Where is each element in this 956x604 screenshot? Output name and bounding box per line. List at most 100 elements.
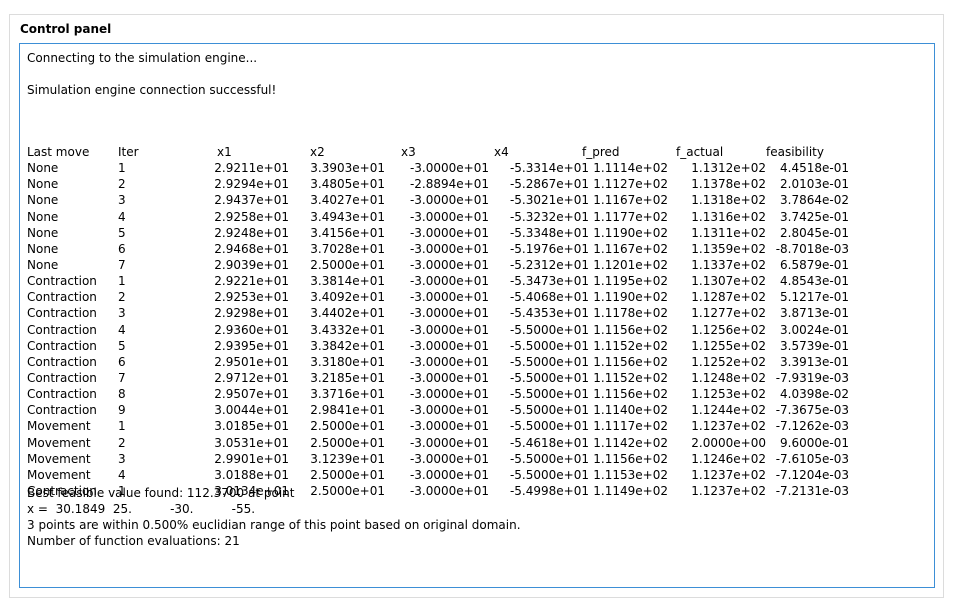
points-within-range-line: 3 points are within 0.500% euclidian ran… xyxy=(27,518,521,532)
header-f-pred: f_pred xyxy=(582,145,620,159)
cell-x1: 3.0531e+01 xyxy=(214,435,289,450)
table-row: Contraction 6 2.9501e+01 3.3180e+01 -3.0000e… xyxy=(27,354,857,370)
cell-x1: 2.9221e+01 xyxy=(214,274,289,289)
cell-x3: -3.0000e+01 xyxy=(409,257,489,272)
cell-iter: 7 xyxy=(118,370,126,385)
cell-f-pred: 1.1167e+02 xyxy=(593,241,668,256)
cell-last-move: Contraction xyxy=(27,387,97,402)
cell-f-actual: 1.1237e+02 xyxy=(691,467,766,482)
cell-last-move: None xyxy=(27,177,59,192)
table-row: Movement 1 3.0185e+01 2.5000e+01 -3.0000e+01… xyxy=(27,418,857,434)
cell-f-actual: 1.1237e+02 xyxy=(691,483,766,498)
cell-f-pred: 1.1178e+02 xyxy=(593,306,668,321)
cell-f-actual: 1.1253e+02 xyxy=(691,387,766,402)
cell-x4: -5.4068e+01 xyxy=(509,290,589,305)
cell-x4: -5.5000e+01 xyxy=(509,322,589,337)
table-row: Movement 2 3.0531e+01 2.5000e+01 -3.0000e+01… xyxy=(27,435,857,451)
cell-x4: -5.5000e+01 xyxy=(509,451,589,466)
cell-f-pred: 1.1195e+02 xyxy=(593,274,668,289)
header-f-actual: f_actual xyxy=(676,145,724,159)
connecting-message: Connecting to the simulation engine... xyxy=(27,51,258,65)
cell-f-pred: 1.1140e+02 xyxy=(593,403,668,418)
header-x3: x3 xyxy=(401,145,416,159)
cell-x3: -3.0000e+01 xyxy=(409,338,489,353)
cell-x4: -5.3314e+01 xyxy=(509,161,589,176)
cell-last-move: Movement xyxy=(27,451,91,466)
cell-last-move: Movement xyxy=(27,419,91,434)
header-x1: x1 xyxy=(217,145,232,159)
output-console[interactable]: Connecting to the simulation engine... S… xyxy=(19,43,935,588)
table-body: None 1 2.9211e+01 3.3903e+01 -3.0000e+01 -5.3… xyxy=(27,160,857,499)
cell-feasibility: -7.1204e-03 xyxy=(775,467,849,482)
cell-x2: 3.3842e+01 xyxy=(310,338,385,353)
cell-iter: 4 xyxy=(118,322,126,337)
cell-feasibility: 3.8713e-01 xyxy=(780,306,849,321)
cell-x1: 2.9501e+01 xyxy=(214,354,289,369)
cell-iter: 8 xyxy=(118,387,126,402)
cell-x3: -3.0000e+01 xyxy=(409,193,489,208)
cell-x2: 2.9841e+01 xyxy=(310,403,385,418)
table-row: Contraction 4 2.9360e+01 3.4332e+01 -3.0000e… xyxy=(27,322,857,338)
cell-x3: -3.0000e+01 xyxy=(409,290,489,305)
cell-x1: 2.9360e+01 xyxy=(214,322,289,337)
header-iter: Iter xyxy=(118,145,139,159)
cell-iter: 6 xyxy=(118,354,126,369)
cell-feasibility: -7.2131e-03 xyxy=(775,483,849,498)
cell-last-move: None xyxy=(27,161,59,176)
cell-f-pred: 1.1152e+02 xyxy=(593,338,668,353)
cell-f-pred: 1.1142e+02 xyxy=(593,435,668,450)
cell-feasibility: -8.7018e-03 xyxy=(775,241,849,256)
cell-x1: 2.9039e+01 xyxy=(214,257,289,272)
header-last-move: Last move xyxy=(27,145,90,159)
cell-x3: -3.0000e+01 xyxy=(409,322,489,337)
cell-f-actual: 1.1256e+02 xyxy=(691,322,766,337)
cell-f-pred: 1.1167e+02 xyxy=(593,193,668,208)
cell-f-actual: 1.1359e+02 xyxy=(691,241,766,256)
cell-iter: 6 xyxy=(118,241,126,256)
cell-x1: 2.9294e+01 xyxy=(214,177,289,192)
cell-x2: 3.4092e+01 xyxy=(310,290,385,305)
cell-x4: -5.4998e+01 xyxy=(509,483,589,498)
cell-x3: -3.0000e+01 xyxy=(409,161,489,176)
cell-feasibility: 3.0024e-01 xyxy=(780,322,849,337)
cell-x4: -5.5000e+01 xyxy=(509,387,589,402)
table-row: None 1 2.9211e+01 3.3903e+01 -3.0000e+01 -5.3… xyxy=(27,160,857,176)
cell-last-move: Movement xyxy=(27,467,91,482)
cell-x3: -3.0000e+01 xyxy=(409,354,489,369)
cell-x2: 3.2185e+01 xyxy=(310,370,385,385)
cell-f-pred: 1.1117e+02 xyxy=(593,419,668,434)
cell-f-pred: 1.1127e+02 xyxy=(593,177,668,192)
cell-iter: 2 xyxy=(118,177,126,192)
cell-f-pred: 1.1152e+02 xyxy=(593,370,668,385)
cell-feasibility: -7.9319e-03 xyxy=(775,370,849,385)
cell-x3: -3.0000e+01 xyxy=(409,370,489,385)
cell-f-actual: 1.1316e+02 xyxy=(691,209,766,224)
cell-x3: -3.0000e+01 xyxy=(409,419,489,434)
cell-x4: -5.2867e+01 xyxy=(509,177,589,192)
cell-last-move: Contraction xyxy=(27,306,97,321)
cell-f-actual: 1.1277e+02 xyxy=(691,306,766,321)
cell-feasibility: 3.7864e-02 xyxy=(780,193,849,208)
cell-x1: 2.9437e+01 xyxy=(214,193,289,208)
cell-x2: 3.4805e+01 xyxy=(310,177,385,192)
cell-x3: -3.0000e+01 xyxy=(409,467,489,482)
cell-feasibility: 6.5879e-01 xyxy=(780,257,849,272)
cell-x4: -5.5000e+01 xyxy=(509,354,589,369)
header-x2: x2 xyxy=(310,145,325,159)
table-row: Contraction 3 2.9298e+01 3.4402e+01 -3.0000e… xyxy=(27,305,857,321)
cell-last-move: Movement xyxy=(27,435,91,450)
table-row: Movement 3 2.9901e+01 3.1239e+01 -3.0000e+01… xyxy=(27,451,857,467)
cell-f-actual: 1.1248e+02 xyxy=(691,370,766,385)
cell-x4: -5.5000e+01 xyxy=(509,467,589,482)
cell-x4: -5.3021e+01 xyxy=(509,193,589,208)
cell-iter: 3 xyxy=(118,306,126,321)
cell-f-actual: 1.1246e+02 xyxy=(691,451,766,466)
cell-x2: 3.4943e+01 xyxy=(310,209,385,224)
cell-last-move: Contraction xyxy=(27,354,97,369)
cell-x2: 3.3716e+01 xyxy=(310,387,385,402)
cell-x3: -3.0000e+01 xyxy=(409,451,489,466)
cell-feasibility: -7.3675e-03 xyxy=(775,403,849,418)
cell-x4: -5.3348e+01 xyxy=(509,225,589,240)
cell-x2: 2.5000e+01 xyxy=(310,419,385,434)
cell-x2: 3.3903e+01 xyxy=(310,161,385,176)
